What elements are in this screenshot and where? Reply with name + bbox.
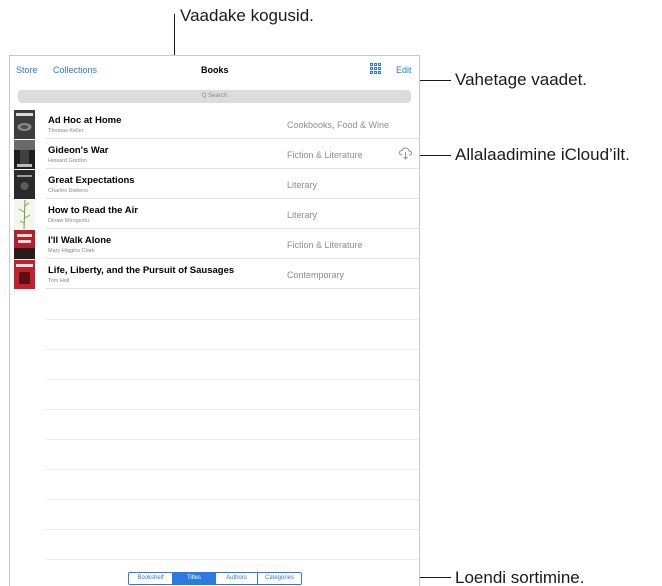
collections-button[interactable]: Collections — [53, 65, 97, 75]
list-item[interactable]: How to Read the Air Dinaw Mengestu Liter… — [10, 199, 419, 229]
page-title: Books — [201, 65, 229, 75]
tab-bookshelf[interactable]: Bookshelf — [129, 573, 173, 584]
tab-authors[interactable]: Authors — [216, 573, 258, 584]
list-divider — [46, 409, 419, 410]
book-category: Contemporary — [287, 270, 345, 280]
list-divider — [46, 559, 419, 560]
book-title: Ad Hoc at Home — [48, 115, 122, 126]
list-item[interactable]: I'll Walk Alone Mary Higgins Clark Ficti… — [10, 229, 419, 259]
callout-switch-view: Vahetage vaadet. — [455, 70, 588, 89]
book-title: How to Read the Air — [48, 205, 138, 216]
list-item[interactable]: Great Expectations Charles Dickens Liter… — [10, 169, 419, 199]
book-author: Tom Holt — [48, 278, 70, 284]
list-item[interactable]: Life, Liberty, and the Pursuit of Sausag… — [10, 259, 419, 289]
book-title: Great Expectations — [48, 175, 135, 186]
list-item[interactable]: Ad Hoc at Home Thomas Keller Cookbooks, … — [10, 109, 419, 139]
callout-collections: Vaadake kogusid. — [180, 6, 314, 25]
book-cover — [14, 140, 35, 169]
grid-view-icon[interactable] — [370, 63, 381, 74]
list-divider — [46, 499, 419, 500]
book-category: Fiction & Literature — [287, 150, 363, 160]
list-divider — [46, 379, 419, 380]
book-author: Mary Higgins Clark — [48, 248, 95, 254]
search-input[interactable]: Q Search — [18, 90, 411, 103]
book-cover — [14, 260, 35, 289]
sort-segmented-control: Bookshelf Titles Authors Categories — [128, 572, 302, 585]
icloud-download-icon[interactable] — [398, 146, 413, 161]
book-cover — [14, 200, 35, 229]
tab-titles[interactable]: Titles — [173, 573, 216, 584]
list-divider — [46, 439, 419, 440]
book-title: Life, Liberty, and the Pursuit of Sausag… — [48, 265, 235, 276]
list-divider — [46, 469, 419, 470]
list-divider — [46, 319, 419, 320]
store-button[interactable]: Store — [16, 65, 38, 75]
book-category: Literary — [287, 180, 318, 190]
book-author: Howard Gordon — [48, 158, 87, 164]
list-divider — [46, 529, 419, 530]
book-category: Fiction & Literature — [287, 240, 363, 250]
callout-icloud: Allalaadimine iCloud’ilt. — [455, 145, 630, 164]
callout-sort: Loendi sortimine. — [455, 568, 585, 586]
book-cover — [14, 230, 35, 259]
navbar: Store Collections Books Edit — [10, 56, 419, 84]
book-title: I'll Walk Alone — [48, 235, 112, 246]
book-cover — [14, 110, 35, 139]
book-author: Dinaw Mengestu — [48, 218, 89, 224]
book-category: Cookbooks, Food & Wine — [287, 120, 390, 130]
edit-button[interactable]: Edit — [396, 65, 412, 75]
tab-categories[interactable]: Categories — [258, 573, 301, 584]
book-category: Literary — [287, 210, 318, 220]
books-screen: Store Collections Books Edit Q Search Ad… — [9, 55, 420, 586]
list-divider — [46, 349, 419, 350]
book-title: Gideon's War — [48, 145, 109, 156]
book-author: Thomas Keller — [48, 128, 84, 134]
book-cover — [14, 170, 35, 199]
book-author: Charles Dickens — [48, 188, 89, 194]
list-item[interactable]: Gideon's War Howard Gordon Fiction & Lit… — [10, 139, 419, 169]
